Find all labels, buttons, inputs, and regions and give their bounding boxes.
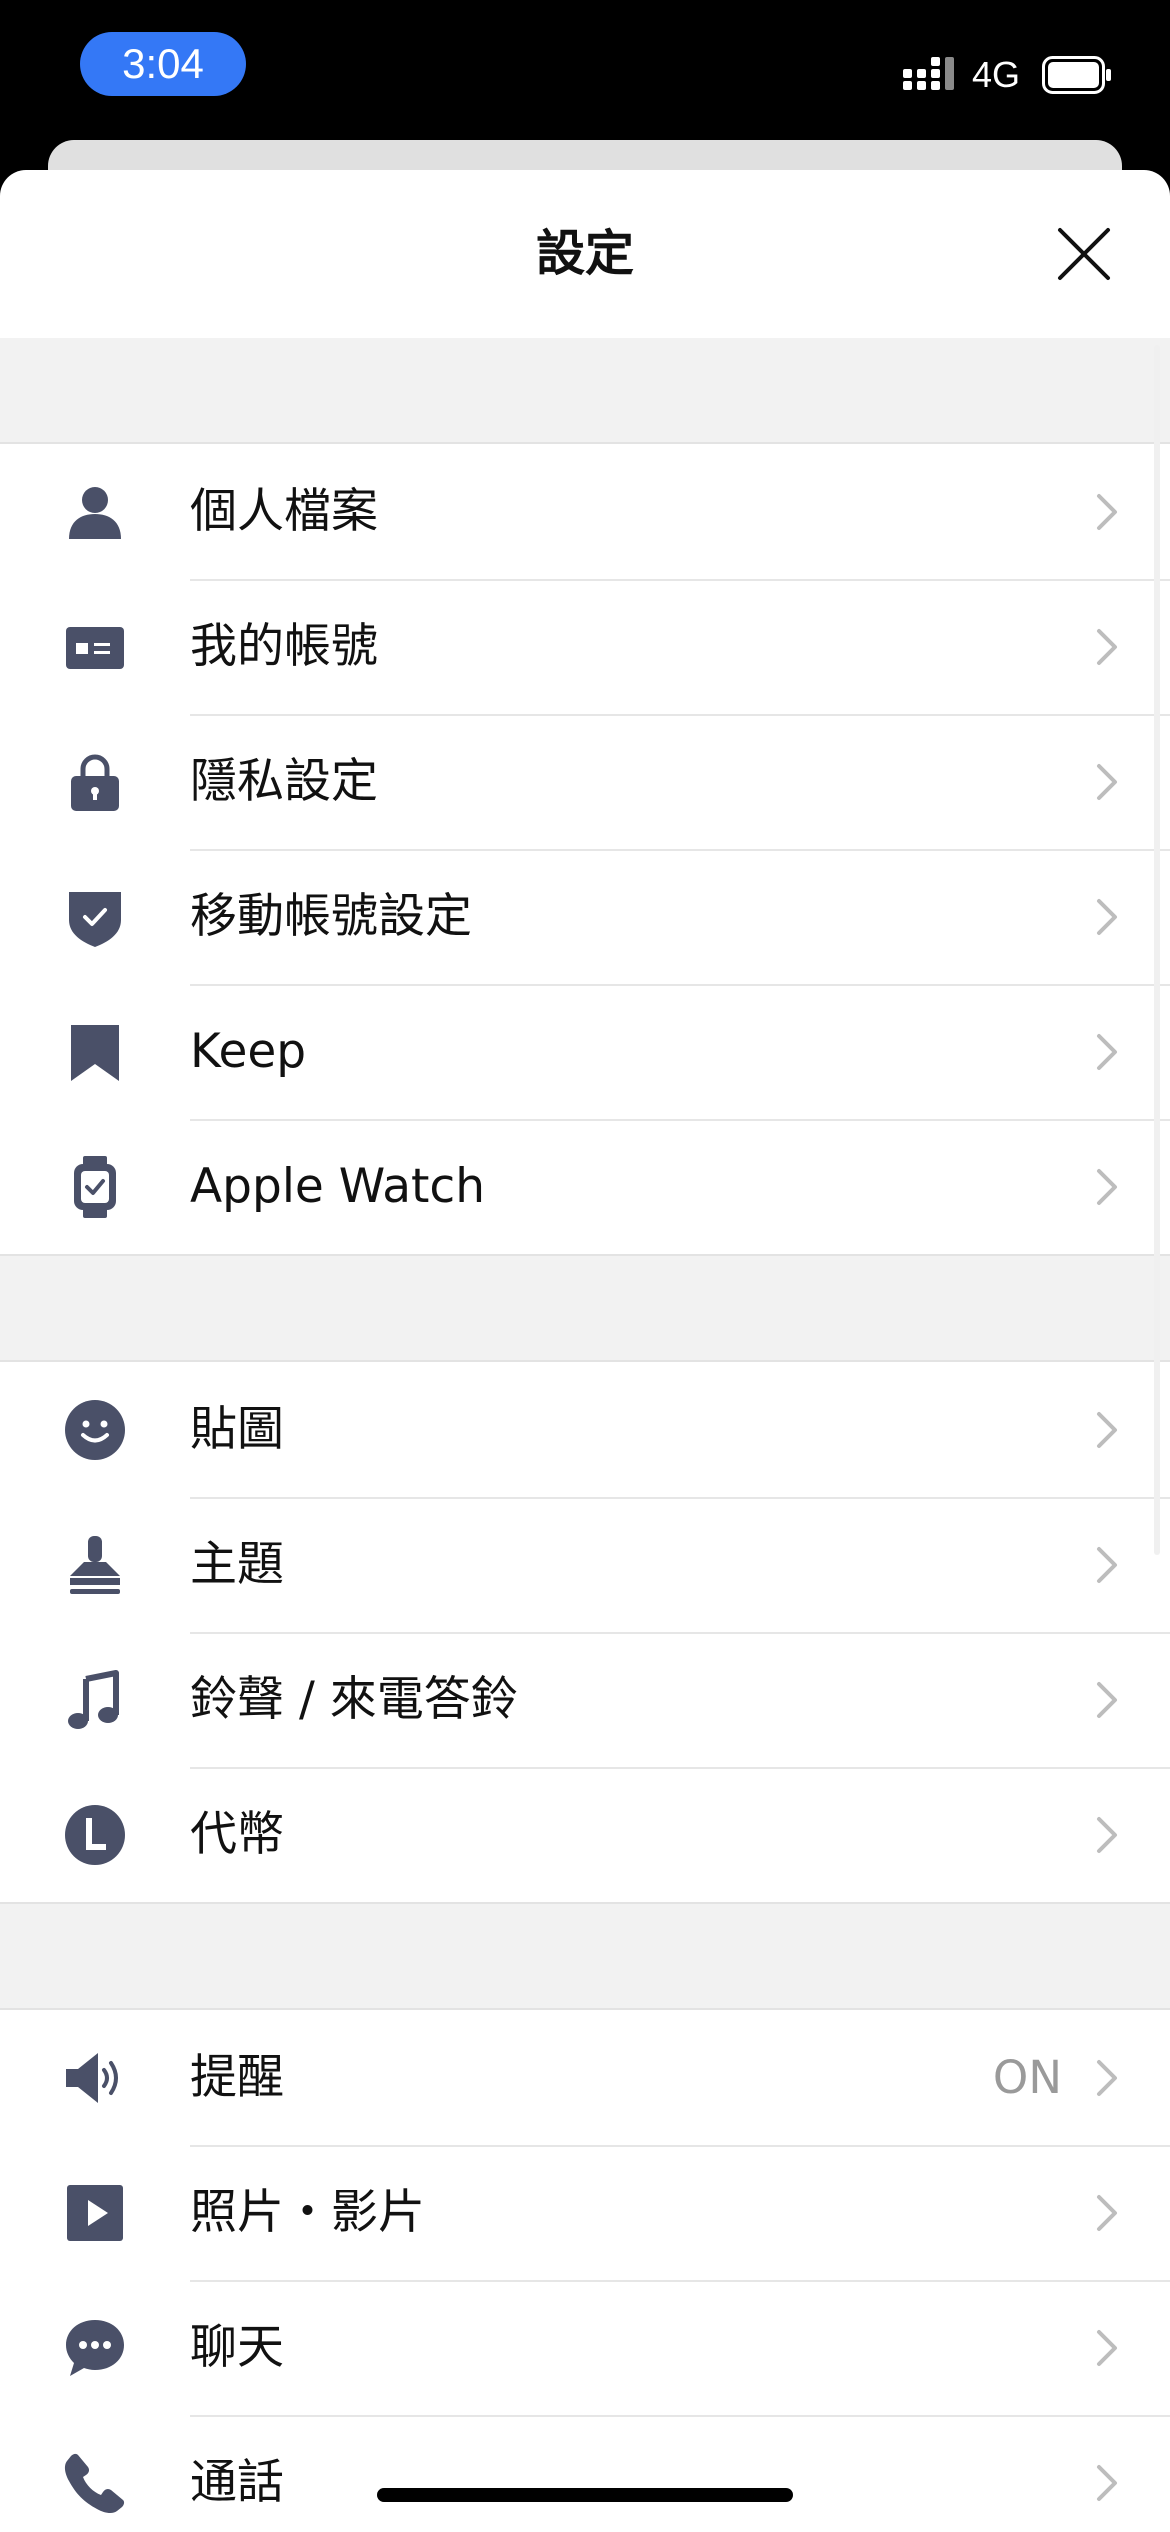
settings-row-coins[interactable]: 代幣	[0, 1767, 1170, 1902]
row-label: 主題	[190, 1537, 284, 1592]
chevron-right-icon	[1097, 2195, 1117, 2231]
chevron-right-icon	[1097, 764, 1117, 800]
row-label: 移動帳號設定	[190, 889, 472, 944]
chevron-right-icon	[1097, 629, 1117, 665]
chevron-right-icon	[1097, 2330, 1117, 2366]
network-type: 4G	[972, 54, 1021, 95]
row-label: 隱私設定	[190, 754, 378, 809]
settings-row-themes[interactable]: 主題	[0, 1497, 1170, 1632]
settings-row-keep[interactable]: Keep	[0, 984, 1170, 1119]
lock-icon	[64, 751, 126, 813]
notification-status: ON	[992, 2051, 1062, 2104]
section-divider	[0, 338, 1170, 444]
settings-row-ringtones[interactable]: 鈴聲 / 來電答鈴	[0, 1632, 1170, 1767]
chevron-right-icon	[1097, 2465, 1117, 2501]
settings-row-calls[interactable]: 通話	[0, 2415, 1170, 2532]
speaker-icon	[64, 2047, 126, 2109]
chat-bubble-icon	[64, 2317, 126, 2379]
settings-row-account-transfer[interactable]: 移動帳號設定	[0, 849, 1170, 984]
section-account: 個人檔案 我的帳號 隱私設定 移動帳號設定 Keep Apple Watch	[0, 444, 1170, 1256]
bookmark-icon	[64, 1021, 126, 1083]
settings-row-notifications[interactable]: 提醒 ON	[0, 2010, 1170, 2145]
row-label: Keep	[190, 1024, 307, 1079]
coin-icon	[64, 1804, 126, 1866]
row-label: 貼圖	[190, 1402, 284, 1457]
row-label: 代幣	[190, 1807, 284, 1862]
chevron-right-icon	[1097, 899, 1117, 935]
section-divider	[0, 1904, 1170, 2010]
shield-check-icon	[64, 886, 126, 948]
scrollbar[interactable]	[1154, 345, 1160, 1555]
smiley-icon	[64, 1399, 126, 1461]
section-content: 貼圖 主題 鈴聲 / 來電答鈴 代幣	[0, 1362, 1170, 1904]
sheet-header: 設定	[0, 170, 1170, 338]
settings-row-photos-videos[interactable]: 照片・影片	[0, 2145, 1170, 2280]
person-icon	[64, 481, 126, 543]
row-label: 我的帳號	[190, 619, 378, 674]
chevron-right-icon	[1097, 1412, 1117, 1448]
chevron-right-icon	[1097, 494, 1117, 530]
settings-row-apple-watch[interactable]: Apple Watch	[0, 1119, 1170, 1254]
close-icon[interactable]	[1054, 224, 1114, 284]
signal-icon	[903, 57, 954, 90]
chevron-right-icon	[1097, 1169, 1117, 1205]
settings-row-privacy[interactable]: 隱私設定	[0, 714, 1170, 849]
status-time[interactable]: 3:04	[80, 32, 246, 96]
settings-row-stickers[interactable]: 貼圖	[0, 1362, 1170, 1497]
row-label: 聊天	[190, 2320, 284, 2375]
watch-icon	[64, 1156, 126, 1218]
row-label: 照片・影片	[190, 2185, 425, 2240]
chevron-right-icon	[1097, 2060, 1117, 2096]
stamp-icon	[64, 1534, 126, 1596]
phone-icon	[64, 2452, 126, 2514]
section-general: 提醒 ON 照片・影片 聊天 通話	[0, 2010, 1170, 2532]
row-label: Apple Watch	[190, 1159, 486, 1214]
chevron-right-icon	[1097, 1817, 1117, 1853]
row-label: 個人檔案	[190, 484, 378, 539]
status-bar: 3:04 4G	[0, 0, 1170, 150]
settings-row-chats[interactable]: 聊天	[0, 2280, 1170, 2415]
chevron-right-icon	[1097, 1547, 1117, 1583]
chevron-right-icon	[1097, 1682, 1117, 1718]
section-divider	[0, 1256, 1170, 1362]
play-icon	[64, 2182, 126, 2244]
row-label: 通話	[190, 2455, 284, 2510]
row-label: 提醒	[190, 2050, 284, 2105]
page-title: 設定	[535, 225, 634, 282]
settings-sheet: 設定 個人檔案 我的帳號 隱私設定 移動帳號設定 Keep Apple Watc…	[0, 170, 1170, 2532]
row-label: 鈴聲 / 來電答鈴	[190, 1672, 518, 1727]
id-card-icon	[64, 616, 126, 678]
settings-row-my-account[interactable]: 我的帳號	[0, 579, 1170, 714]
chevron-right-icon	[1097, 1034, 1117, 1070]
music-note-icon	[64, 1669, 126, 1731]
battery-icon	[1042, 56, 1111, 94]
settings-row-profile[interactable]: 個人檔案	[0, 444, 1170, 579]
home-indicator[interactable]	[377, 2488, 793, 2502]
